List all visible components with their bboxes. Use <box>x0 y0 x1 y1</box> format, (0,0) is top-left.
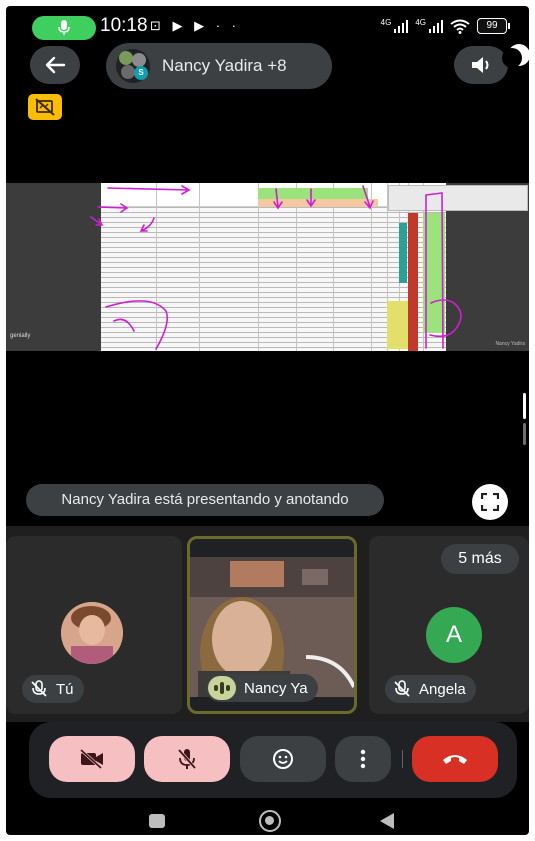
phone-screen: 10:18 ⊡ ▶ ▶ · · 4G 4G 99 S Nancy Yadira … <box>6 6 529 835</box>
mic-in-use-indicator[interactable] <box>32 16 96 40</box>
status-bar: 10:18 ⊡ ▶ ▶ · · 4G 4G 99 <box>6 6 529 42</box>
camera-toggle-button[interactable] <box>49 736 135 782</box>
notification-icons: ⊡ ▶ ▶ · · <box>150 18 240 33</box>
back-button[interactable] <box>30 46 80 84</box>
avatar: A <box>426 607 482 663</box>
presenting-banner: Nancy Yadira está presentando y anotando <box>26 484 384 516</box>
hang-up-button[interactable] <box>412 736 498 782</box>
camera-off-icon <box>79 749 103 769</box>
home-button[interactable] <box>259 810 281 832</box>
more-options-button[interactable] <box>335 736 391 782</box>
status-time: 10:18 <box>100 15 148 36</box>
annotation-drawings <box>90 185 462 350</box>
shared-screen[interactable]: genially Nancy Yadira <box>6 183 529 351</box>
mic-off-icon <box>177 748 197 770</box>
mic-off-icon <box>394 680 410 697</box>
reactions-button[interactable] <box>240 736 326 782</box>
avatar-initial: S <box>134 66 148 80</box>
dark-mode-icon <box>502 44 529 68</box>
call-controls <box>29 722 517 798</box>
nav-back-button[interactable] <box>380 813 394 829</box>
avatar <box>132 53 146 67</box>
battery-icon: 99 <box>477 18 510 34</box>
fullscreen-icon <box>481 493 499 511</box>
emoji-icon <box>273 749 293 769</box>
name-chip-presenter: Nancy Ya <box>206 674 318 702</box>
avatar <box>61 602 123 664</box>
controls-divider <box>402 750 403 768</box>
avatar <box>121 65 135 79</box>
signal-icon <box>394 19 409 33</box>
call-title: Nancy Yadira +8 <box>162 56 287 75</box>
avatar <box>119 51 133 65</box>
tile-others[interactable]: 5 más A Angela <box>369 536 529 714</box>
participant-name: Tú <box>56 680 74 698</box>
call-title-button[interactable]: S Nancy Yadira +8 <box>106 43 332 89</box>
tile-presenter[interactable]: Nancy Ya <box>187 536 357 714</box>
wifi-icon <box>450 19 470 34</box>
more-participants-badge[interactable]: 5 más <box>441 544 519 574</box>
arrow-left-icon <box>45 56 66 74</box>
signal-label-1: 4G <box>380 18 392 27</box>
participant-name: Nancy Ya <box>244 679 308 697</box>
audio-output-button[interactable] <box>454 46 508 84</box>
signal-label-2: 4G <box>415 18 426 27</box>
signal-icon-2 <box>429 19 443 33</box>
call-end-icon <box>443 755 467 764</box>
mic-toggle-button[interactable] <box>144 736 230 782</box>
cast-off-badge[interactable] <box>28 94 62 120</box>
mic-icon <box>58 20 70 35</box>
fullscreen-button[interactable] <box>472 484 508 520</box>
recents-button[interactable] <box>149 814 165 828</box>
tile-you[interactable]: Tú <box>6 536 182 714</box>
speaking-indicator-icon <box>208 676 236 700</box>
more-vert-icon <box>360 749 366 769</box>
scroll-indicator[interactable] <box>523 393 527 447</box>
name-chip-angela: Angela <box>385 675 476 703</box>
system-nav-bar <box>6 798 529 835</box>
name-chip-you: Tú <box>22 675 84 703</box>
mic-off-icon <box>31 680 47 697</box>
status-right-icons: 4G 4G 99 <box>380 18 510 34</box>
speaker-icon <box>472 57 489 73</box>
participants-avatar-stack: S <box>116 49 150 83</box>
cast-off-icon <box>35 98 55 116</box>
participant-name: Angela <box>419 680 466 698</box>
